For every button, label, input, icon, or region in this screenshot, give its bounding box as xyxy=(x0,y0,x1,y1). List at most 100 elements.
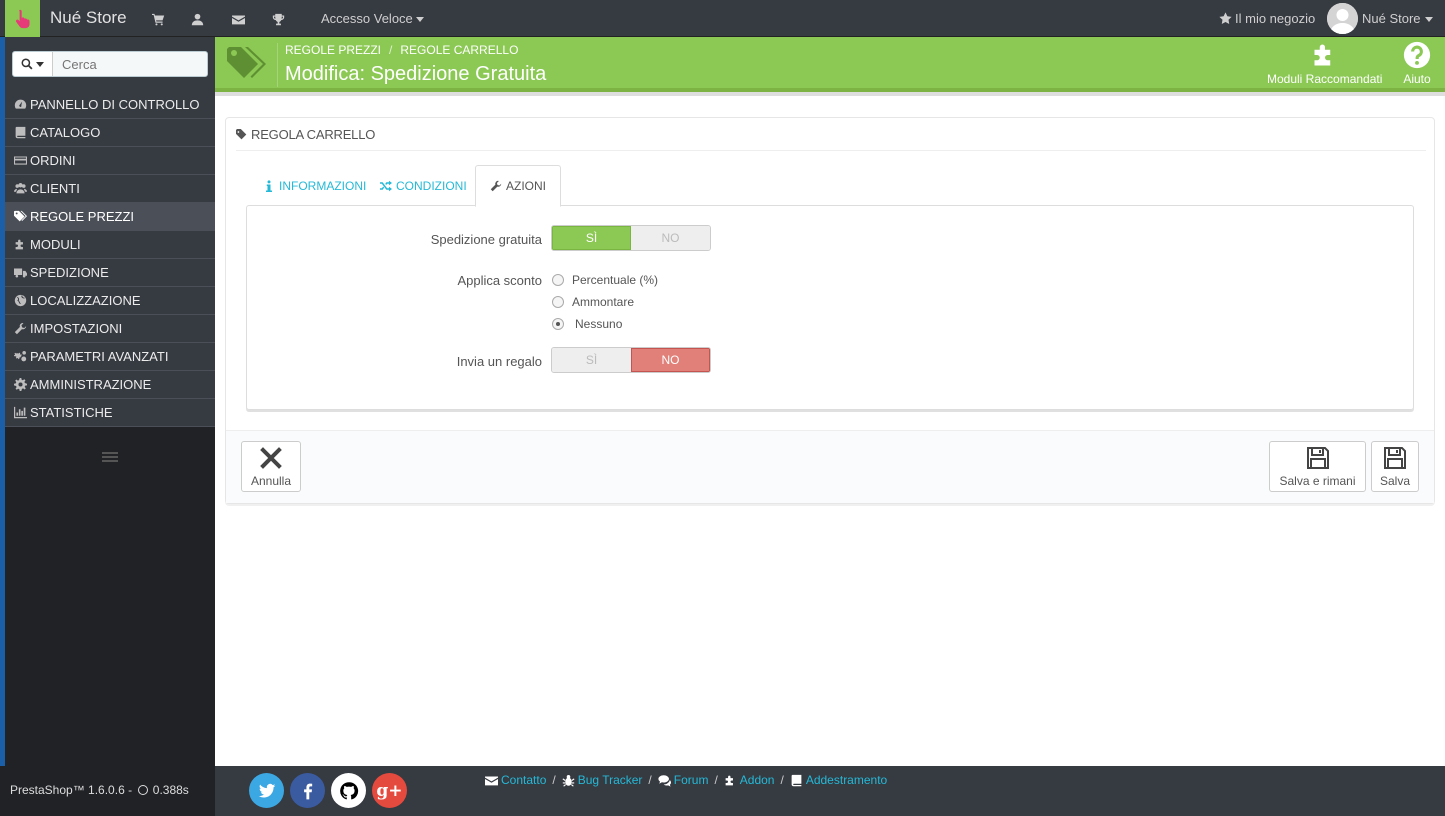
tab-condizioni[interactable]: CONDIZIONI xyxy=(366,165,481,206)
rule-tabs: INFORMAZIONI CONDIZIONI AZIONI xyxy=(246,165,1414,207)
save-label: Salva xyxy=(1379,474,1411,488)
sidebar-menu: PANNELLO DI CONTROLLO CATALOGO ORDINI CL… xyxy=(5,91,215,427)
info-icon xyxy=(266,179,272,192)
sidebar-item-dashboard[interactable]: PANNELLO DI CONTROLLO xyxy=(5,91,215,119)
book-icon xyxy=(791,774,802,786)
radio-button[interactable] xyxy=(552,296,564,308)
tab-label: INFORMAZIONI xyxy=(279,178,367,193)
free-shipping-switch[interactable]: SÌ NO xyxy=(551,225,711,251)
discount-none-radio[interactable]: Nessuno xyxy=(552,317,622,331)
sidebar-item-orders[interactable]: ORDINI xyxy=(5,147,215,175)
cogs-icon xyxy=(14,351,27,362)
store-name[interactable]: Nué Store xyxy=(50,8,127,28)
github-icon[interactable] xyxy=(331,773,366,808)
training-link[interactable]: Addestramento xyxy=(806,773,887,787)
save-and-stay-button[interactable]: Salva e rimani xyxy=(1269,441,1366,492)
facebook-icon[interactable] xyxy=(290,773,325,808)
google-plus-icon[interactable]: g+ xyxy=(372,773,407,808)
sidebar-item-label: CATALOGO xyxy=(30,125,101,140)
tab-informazioni[interactable]: INFORMAZIONI xyxy=(249,165,380,206)
forum-link[interactable]: Forum xyxy=(674,773,709,787)
panel-heading-label: REGOLA CARRELLO xyxy=(251,127,376,142)
sidebar-item-label: ORDINI xyxy=(30,153,76,168)
users-icon xyxy=(14,183,27,194)
send-gift-yes-option[interactable]: SÌ xyxy=(552,348,631,372)
send-gift-no-option[interactable]: NO xyxy=(630,348,710,372)
sidebar-item-preferences[interactable]: IMPOSTAZIONI xyxy=(5,315,215,343)
sidebar-item-price-rules[interactable]: REGOLE PREZZI xyxy=(5,203,215,231)
sidebar-item-catalog[interactable]: CATALOGO xyxy=(5,119,215,147)
breadcrumb-item[interactable]: REGOLE CARRELLO xyxy=(400,43,518,57)
book-icon xyxy=(15,126,26,139)
search-input[interactable] xyxy=(53,52,203,76)
discount-percent-radio[interactable]: Percentuale (%) xyxy=(552,273,658,287)
help-label: Aiuto xyxy=(1403,72,1431,86)
save-and-stay-label: Salva e rimani xyxy=(1279,474,1356,488)
sidebar-item-stats[interactable]: STATISTICHE xyxy=(5,399,215,427)
radio-button[interactable] xyxy=(552,318,564,330)
sidebar-item-advanced-parameters[interactable]: PARAMETRI AVANZATI xyxy=(5,343,215,371)
sidebar-item-label: PANNELLO DI CONTROLLO xyxy=(30,97,200,112)
search-box xyxy=(12,51,208,77)
wrench-icon xyxy=(490,180,502,192)
sidebar-item-customers[interactable]: CLIENTI xyxy=(5,175,215,203)
recommended-modules-button[interactable]: Moduli Raccomandati xyxy=(1267,41,1382,86)
search-type-button[interactable] xyxy=(13,52,53,76)
sidebar-item-label: PARAMETRI AVANZATI xyxy=(30,349,169,364)
tab-azioni[interactable]: AZIONI xyxy=(475,165,562,207)
help-button[interactable]: Aiuto xyxy=(1403,41,1431,86)
discount-amount-radio[interactable]: Ammontare xyxy=(552,295,634,309)
chevron-down-icon xyxy=(36,61,44,67)
sidebar-item-modules[interactable]: MODULI xyxy=(5,231,215,259)
my-store-label: Il mio negozio xyxy=(1235,11,1316,26)
header-shadow xyxy=(215,92,1445,96)
version-label: PrestaShop™ 1.6.0.6 - xyxy=(10,783,133,797)
header-divider xyxy=(277,43,278,87)
radio-button[interactable] xyxy=(552,274,564,286)
contact-link[interactable]: Contatto xyxy=(501,773,546,787)
user-menu[interactable]: Nué Store xyxy=(1362,11,1433,26)
sidebar-item-label: CLIENTI xyxy=(30,181,80,196)
sidebar-item-shipping[interactable]: SPEDIZIONE xyxy=(5,259,215,287)
breadcrumb-item[interactable]: REGOLE PREZZI xyxy=(285,43,381,57)
menu-collapse-icon[interactable] xyxy=(102,452,118,464)
trophy-icon[interactable] xyxy=(270,11,286,27)
recommended-modules-label: Moduli Raccomandati xyxy=(1267,72,1383,86)
radio-label: Ammontare xyxy=(572,295,635,309)
quick-access-label: Accesso Veloce xyxy=(321,11,413,26)
user-name: Nué Store xyxy=(1362,11,1421,26)
avatar[interactable] xyxy=(1327,3,1358,34)
page-footer: PrestaShop™ 1.6.0.6 - 0.388s g+ Contatto… xyxy=(0,766,1445,816)
breadcrumb: REGOLE PREZZI / REGOLE CARRELLO xyxy=(285,43,519,57)
cancel-button[interactable]: Annulla xyxy=(241,441,301,492)
page-title: Modifica: Spedizione Gratuita xyxy=(285,63,547,85)
quick-access-menu[interactable]: Accesso Veloce xyxy=(321,11,424,26)
tag-icon xyxy=(236,129,247,140)
apply-discount-label: Applica sconto xyxy=(457,273,542,288)
cart-icon[interactable] xyxy=(150,11,166,27)
footer-links: Contatto / Bug Tracker / Forum / Addon / Add… xyxy=(485,773,887,787)
free-shipping-no-option[interactable]: NO xyxy=(631,226,710,250)
comments-icon xyxy=(658,774,671,787)
free-shipping-yes-option[interactable]: SÌ xyxy=(552,226,632,250)
clock-icon xyxy=(138,785,149,795)
send-gift-label: Invia un regalo xyxy=(456,354,542,369)
logo-hand-icon[interactable] xyxy=(5,0,40,37)
sidebar-item-administration[interactable]: AMMINISTRAZIONE xyxy=(5,371,215,399)
save-button[interactable]: Salva xyxy=(1371,441,1419,492)
question-icon xyxy=(1403,41,1431,69)
send-gift-switch[interactable]: SÌ NO xyxy=(551,347,711,373)
puzzle-icon xyxy=(1314,44,1330,66)
envelope-icon[interactable] xyxy=(230,11,246,27)
my-store-link[interactable]: Il mio negozio xyxy=(1219,11,1315,26)
addons-link[interactable]: Addon xyxy=(740,773,775,787)
panel-footer: Annulla Salva e rimani Salva xyxy=(226,430,1434,503)
envelope-icon xyxy=(485,775,498,785)
version-info: PrestaShop™ 1.6.0.6 - 0.388s xyxy=(0,766,215,816)
bug-tracker-link[interactable]: Bug Tracker xyxy=(578,773,643,787)
sidebar-item-localization[interactable]: LOCALIZZAZIONE xyxy=(5,287,215,315)
dashboard-icon xyxy=(14,99,27,109)
sidebar-item-label: AMMINISTRAZIONE xyxy=(30,377,152,392)
twitter-icon[interactable] xyxy=(249,773,284,808)
user-icon[interactable] xyxy=(189,11,205,27)
